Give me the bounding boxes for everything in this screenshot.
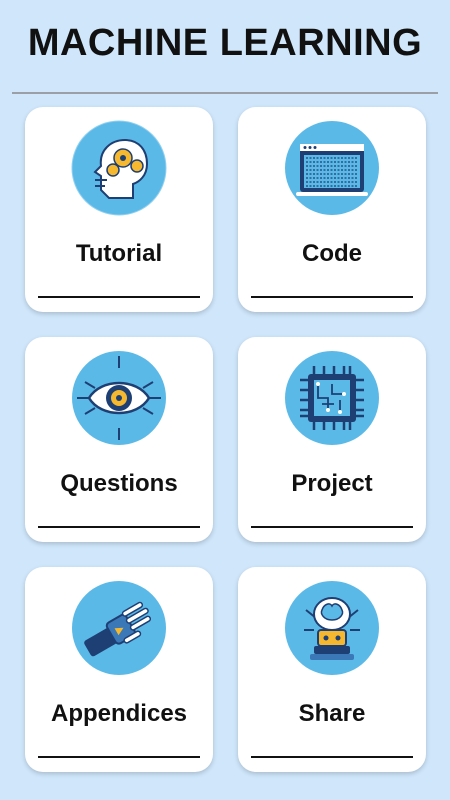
- card-underline: [38, 756, 200, 758]
- card-underline: [251, 526, 413, 528]
- menu-card-label: Code: [302, 240, 362, 267]
- card-underline: [251, 296, 413, 298]
- menu-grid: Tutorial Code Questions Project Appendic…: [25, 107, 426, 772]
- menu-card-label: Tutorial: [75, 240, 163, 267]
- menu-card-label: Share: [298, 700, 366, 727]
- menu-card-code[interactable]: Code: [238, 107, 426, 312]
- menu-card-label: Appendices: [50, 700, 188, 727]
- circuit-eye-icon: [72, 351, 166, 445]
- menu-card-appendices[interactable]: Appendices: [25, 567, 213, 772]
- app-title: MACHINE LEARNING: [27, 22, 423, 64]
- menu-card-project[interactable]: Project: [238, 337, 426, 542]
- menu-card-label: Questions: [60, 470, 178, 497]
- code-window-icon: [285, 121, 379, 215]
- menu-card-share[interactable]: Share: [238, 567, 426, 772]
- cpu-chip-icon: [285, 351, 379, 445]
- card-underline: [38, 526, 200, 528]
- card-underline: [38, 296, 200, 298]
- robot-hand-icon: [72, 581, 166, 675]
- title-divider: [12, 92, 438, 94]
- card-underline: [251, 756, 413, 758]
- menu-card-questions[interactable]: Questions: [25, 337, 213, 542]
- ai-head-gears-icon: [71, 120, 167, 216]
- menu-card-label: Project: [291, 470, 373, 497]
- robot-brain-icon: [285, 581, 379, 675]
- menu-card-tutorial[interactable]: Tutorial: [25, 107, 213, 312]
